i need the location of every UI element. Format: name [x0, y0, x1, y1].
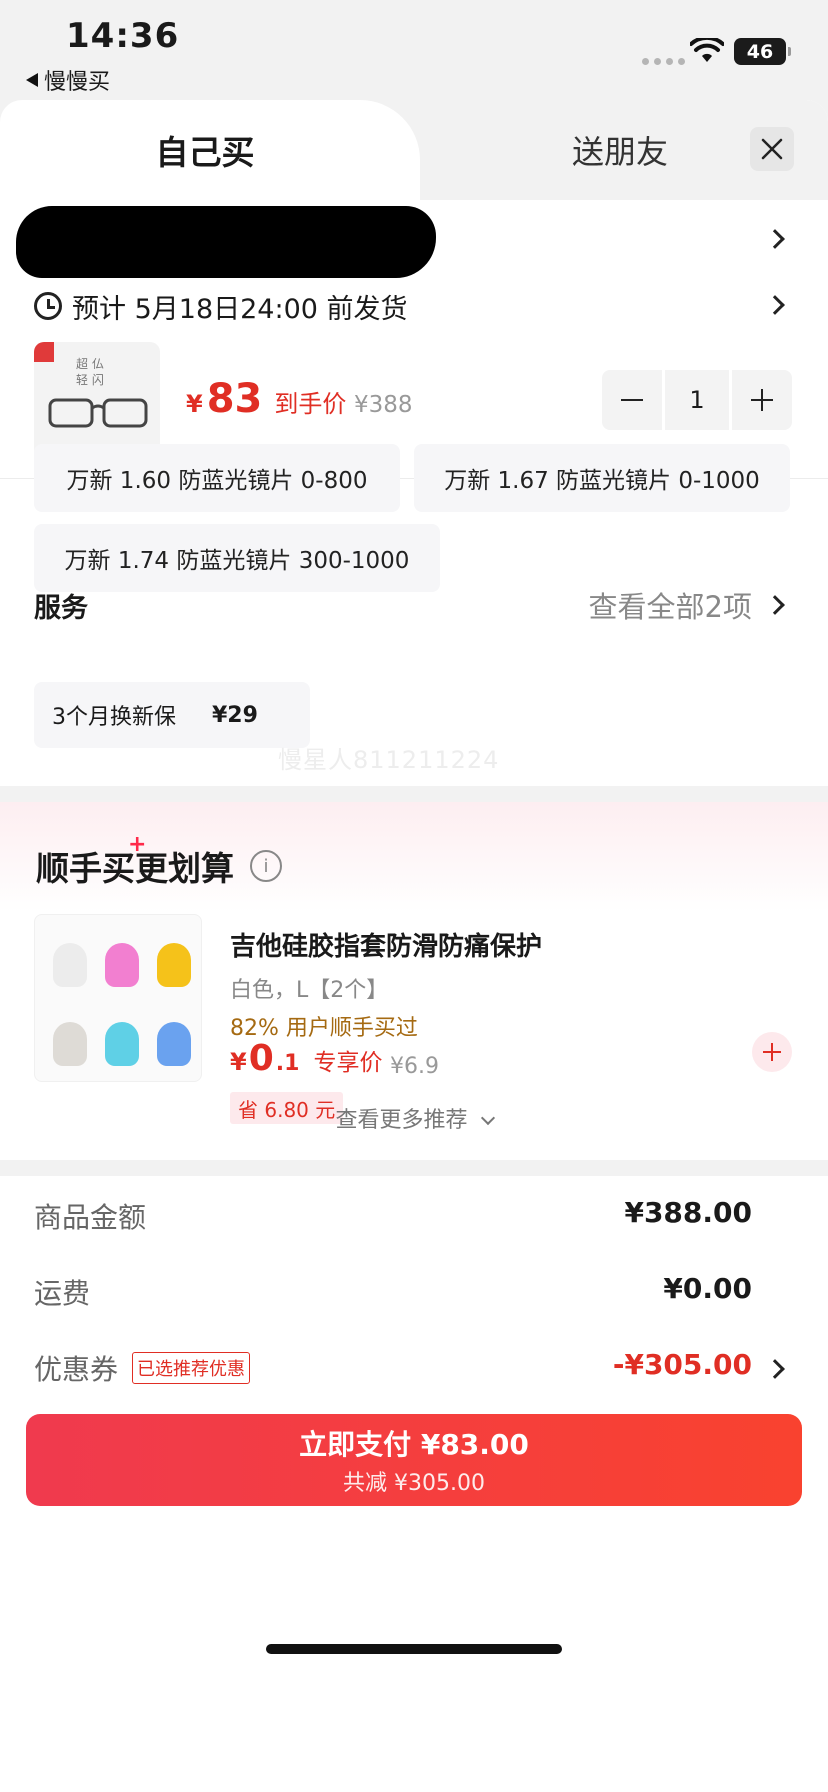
summary-row-coupon[interactable]: 优惠券 已选推荐优惠 -¥305.00	[0, 1328, 828, 1404]
coupon-value: -¥305.00	[612, 1348, 752, 1381]
chevron-right-icon	[765, 295, 785, 315]
home-indicator[interactable]	[266, 1644, 562, 1654]
service-row[interactable]: 服务 查看全部2项	[0, 572, 828, 632]
brand-tag-icon	[34, 342, 54, 362]
plus-icon	[751, 389, 773, 411]
summary-row-freight: 运费 ¥0.00	[0, 1252, 828, 1328]
signal-dots-icon	[642, 58, 685, 65]
addon-price: ¥ 0 .1 专享价	[230, 1038, 382, 1079]
addon-original-price: ¥6.9	[390, 1054, 439, 1079]
service-option-price: ¥29	[212, 702, 258, 728]
chevron-right-icon	[765, 1359, 785, 1379]
addon-product-image[interactable]	[34, 914, 202, 1082]
back-triangle-icon	[26, 73, 38, 87]
addon-price-int: 0	[248, 1038, 274, 1079]
shipping-estimate: 预计 5月18日24:00 前发货	[72, 293, 408, 325]
tab-buy-for-self[interactable]: 自己买	[0, 100, 420, 200]
chevron-down-icon	[480, 1110, 495, 1126]
info-icon[interactable]: i	[250, 850, 282, 882]
close-icon	[761, 138, 783, 160]
finger-cap-swatch	[157, 1022, 191, 1066]
service-option-name: 3个月换新保	[52, 705, 176, 730]
pay-discount-label: 共减 ¥305.00	[343, 1471, 485, 1496]
coupon-tag: 已选推荐优惠	[132, 1352, 251, 1384]
purchase-tabs: 自己买 送朋友	[0, 100, 828, 200]
pay-now-label: 立即支付 ¥83.00	[299, 1428, 529, 1461]
coupon-label: 优惠券 已选推荐优惠	[34, 1348, 251, 1388]
shipping-row[interactable]: 预计 5月18日24:00 前发货	[0, 276, 828, 336]
product-image-text: 超 仏 轻 闪	[76, 357, 104, 387]
quantity-value[interactable]: 1	[665, 370, 729, 430]
tab-send-to-friend[interactable]: 送朋友	[490, 100, 750, 200]
goods-amount-value: ¥388.00	[624, 1196, 752, 1229]
finger-cap-swatch	[53, 943, 87, 987]
see-more-recommendations[interactable]: 查看更多推荐	[0, 1102, 828, 1134]
chevron-right-icon	[765, 595, 785, 615]
glasses-icon	[48, 398, 148, 428]
service-view-all[interactable]: 查看全部2项	[589, 584, 752, 626]
pay-now-button[interactable]: 立即支付 ¥83.00 共减 ¥305.00	[26, 1414, 802, 1506]
freight-value: ¥0.00	[663, 1272, 752, 1305]
back-app-label: 慢慢买	[44, 70, 111, 95]
finger-cap-swatch	[105, 943, 139, 987]
addon-section: 顺手买更划算 + i 吉他硅胶指套防滑防痛保护 白色，L【2个】 82% 用户顺…	[0, 802, 828, 1172]
spark-plus-icon: +	[128, 832, 147, 857]
minus-icon	[621, 399, 643, 401]
price-value: 83	[206, 376, 263, 422]
section-gap	[0, 1160, 828, 1176]
lens-option-chip[interactable]: 万新 1.60 防蓝光镜片 0-800	[34, 444, 400, 512]
clock-icon	[34, 292, 62, 320]
finger-cap-swatch	[53, 1022, 87, 1066]
price-label: 到手价	[274, 390, 347, 418]
lens-option-chip[interactable]: 万新 1.67 防蓝光镜片 0-1000	[414, 444, 790, 512]
finger-cap-swatch	[157, 943, 191, 987]
original-price: ¥388	[354, 392, 413, 418]
quantity-increase-button[interactable]	[732, 370, 792, 430]
quantity-decrease-button[interactable]	[602, 370, 662, 430]
address-row[interactable]	[0, 200, 828, 278]
addon-product-spec[interactable]: 白色，L【2个】	[230, 972, 388, 1004]
status-bar: 14:36 慢慢买 46	[0, 0, 828, 100]
addon-price-currency: ¥	[230, 1048, 247, 1076]
chevron-right-icon	[765, 229, 785, 249]
section-gap	[0, 786, 828, 802]
close-button[interactable]	[750, 127, 794, 171]
product-price: ¥ 83 到手价	[186, 376, 346, 422]
finger-cap-swatch	[105, 1022, 139, 1066]
order-summary: 商品金额 ¥388.00 运费 ¥0.00 优惠券 已选推荐优惠 -¥305.0…	[0, 1176, 828, 1404]
sheet-content: 预计 5月18日24:00 前发货 超 仏 轻 闪 ¥ 83 到手价 ¥388	[0, 200, 828, 479]
battery-icon: 46	[734, 38, 791, 65]
back-to-app-button[interactable]: 慢慢买	[26, 64, 110, 96]
goods-amount-label: 商品金额	[34, 1201, 147, 1234]
service-option-chip[interactable]: 3个月换新保 ¥29	[34, 682, 310, 748]
summary-row-goods: 商品金额 ¥388.00	[0, 1176, 828, 1252]
redacted-address	[16, 206, 436, 278]
price-currency: ¥	[186, 390, 203, 418]
service-title: 服务	[34, 593, 88, 624]
addon-price-dec: .1	[275, 1051, 300, 1076]
wifi-icon	[690, 38, 724, 62]
quantity-stepper: 1	[602, 370, 792, 430]
watermark-text: 慢星人811211224	[278, 746, 500, 774]
addon-product-name[interactable]: 吉他硅胶指套防滑防痛保护	[230, 926, 542, 963]
checkout-sheet: 自己买 送朋友 预计 5月18日24:00 前发货 超 仏 轻 闪 ¥ 83 到…	[0, 100, 828, 1792]
see-more-label: 查看更多推荐	[335, 1108, 468, 1133]
addon-add-button[interactable]	[752, 1032, 792, 1072]
status-time: 14:36	[66, 16, 180, 56]
freight-label: 运费	[34, 1277, 91, 1310]
battery-level: 46	[746, 40, 774, 63]
addon-price-label: 专享价	[313, 1050, 383, 1076]
addon-title: 顺手买更划算 + i	[36, 832, 282, 890]
